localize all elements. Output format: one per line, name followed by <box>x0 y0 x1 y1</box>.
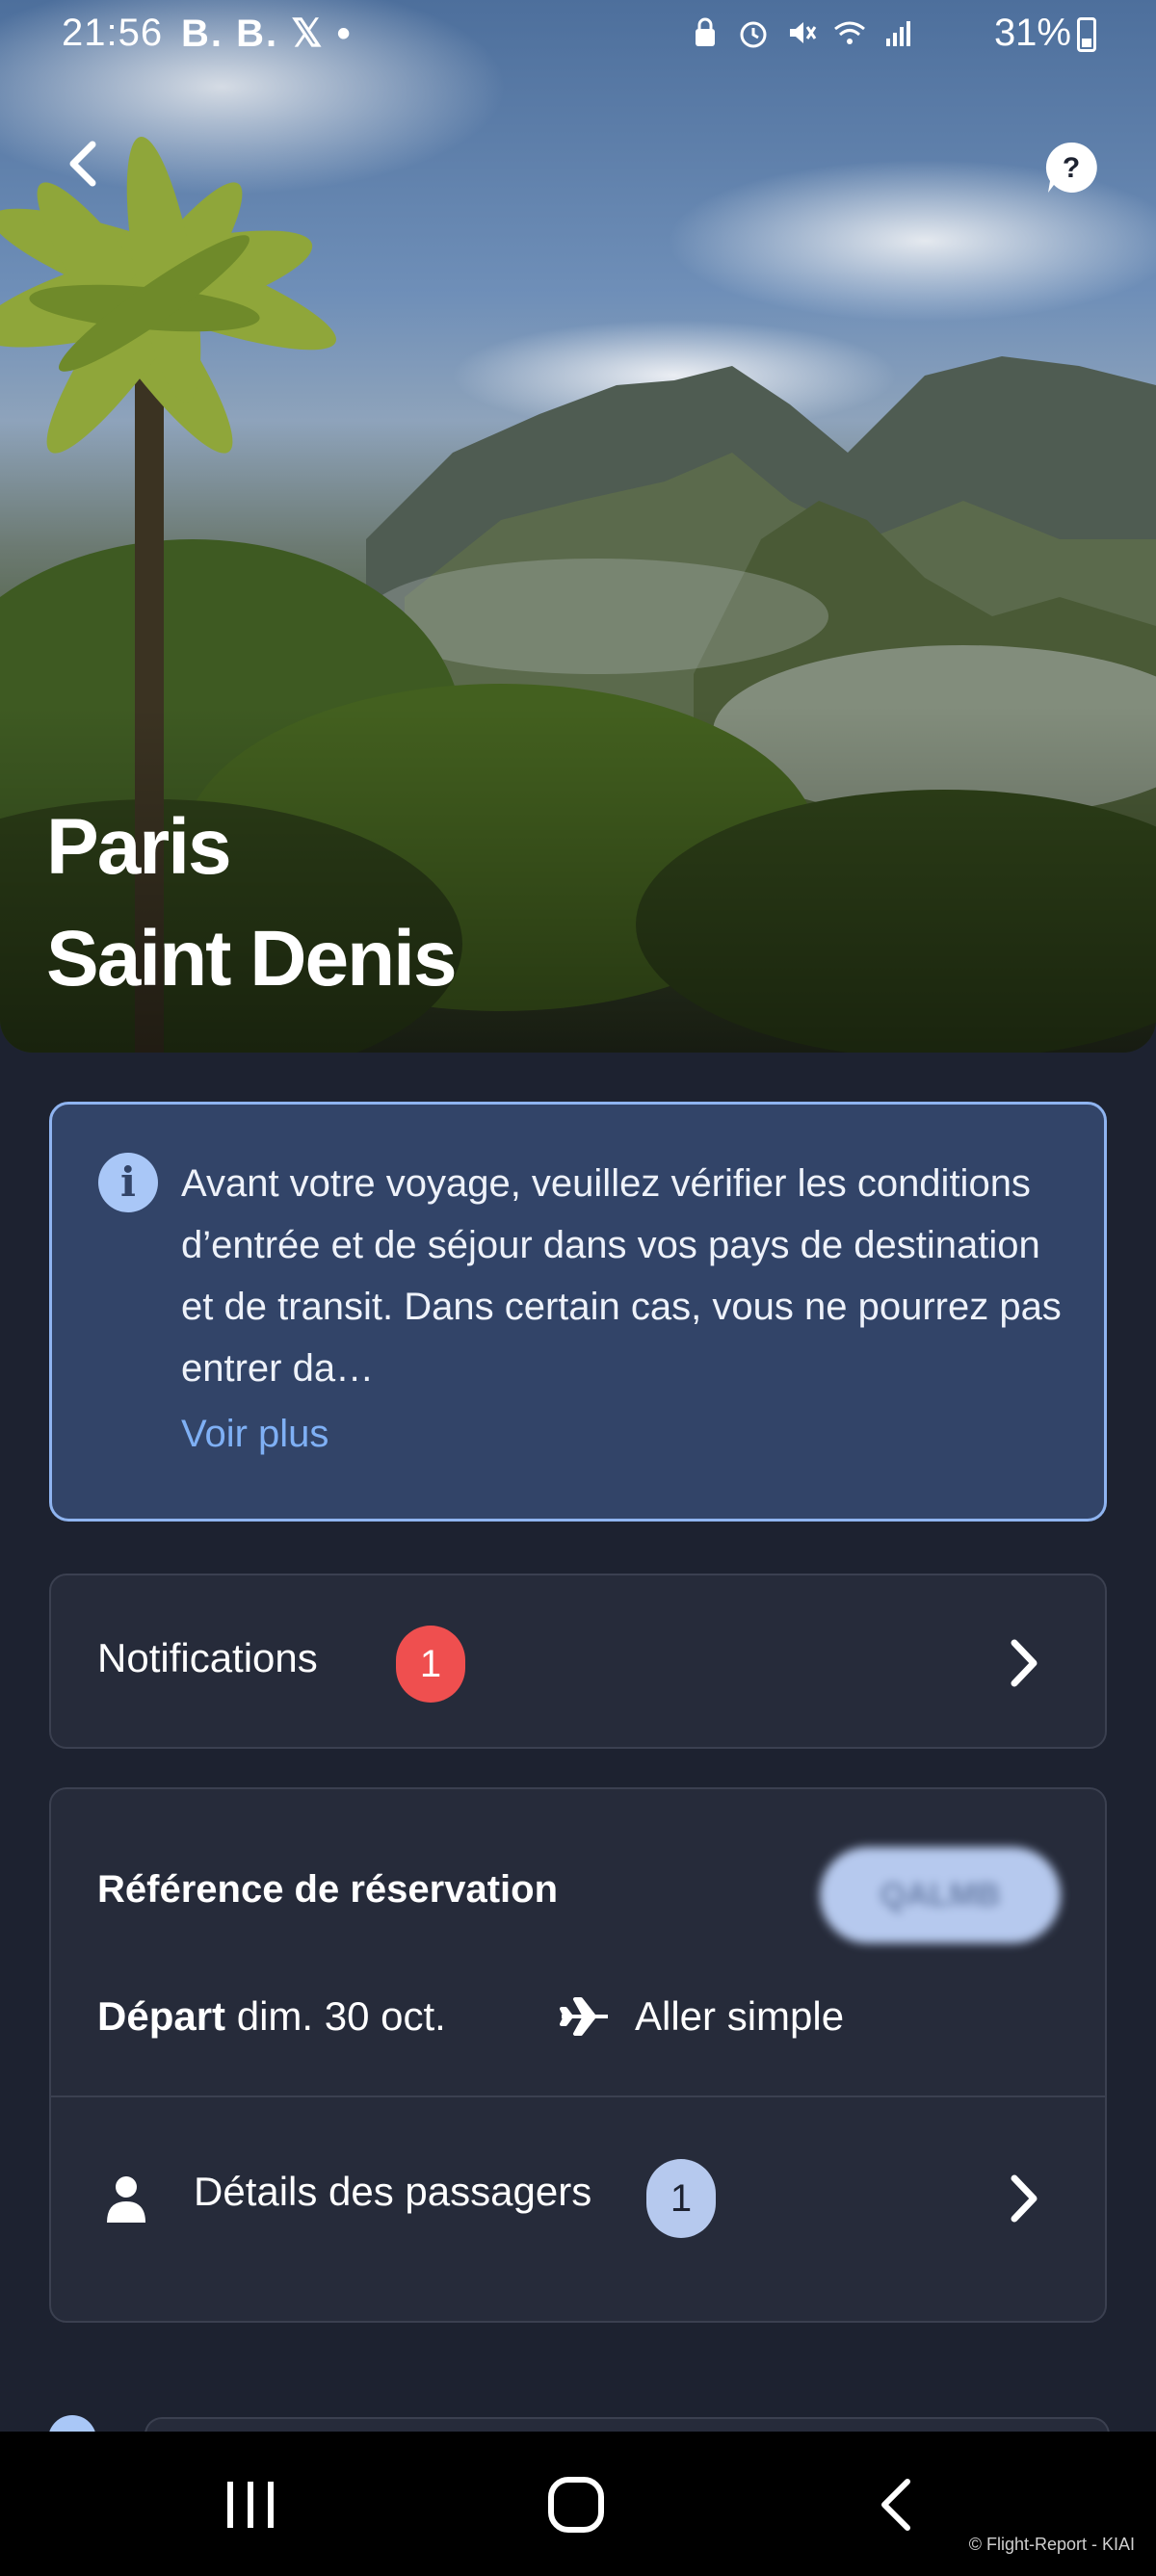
chevron-right-icon[interactable] <box>1005 2173 1043 2225</box>
notifications-count-badge: 1 <box>396 1626 465 1703</box>
notifications-label: Notifications <box>97 1635 318 1680</box>
system-navigation-bar: © Flight-Report - KIAI <box>0 2432 1156 2576</box>
voir-plus-link[interactable]: Voir plus <box>181 1413 328 1456</box>
home-icon[interactable] <box>545 2476 607 2534</box>
booking-card: Référence de réservation QALMB Départ di… <box>49 1787 1107 2323</box>
departure-date: dim. 30 oct. <box>236 1993 446 2039</box>
info-icon: i <box>98 1153 158 1212</box>
route-title: Paris Saint Denis <box>46 792 458 1015</box>
copyright-watermark: © Flight-Report - KIAI <box>968 2535 1135 2554</box>
wifi-icon <box>834 21 865 44</box>
route-origin: Paris <box>46 803 232 891</box>
status-icons <box>688 15 915 50</box>
route-destination: Saint Denis <box>46 915 458 1002</box>
signal-icon <box>886 21 910 46</box>
trip-type-label: Aller simple <box>635 1993 845 2039</box>
status-time: 21:56 <box>62 12 164 54</box>
mute-icon <box>790 22 817 43</box>
lock-icon <box>696 17 715 46</box>
booking-reference-label: Référence de réservation <box>97 1868 559 1911</box>
svg-text:?: ? <box>1063 152 1080 184</box>
trip-type: Aller simple <box>560 1993 844 2040</box>
booking-divider <box>51 2095 1105 2097</box>
status-app-indicators: B. B. 𝕏 • <box>181 13 353 55</box>
travel-info-banner: i Avant votre voyage, veuillez vérifier … <box>49 1102 1107 1522</box>
departure-label: Départ <box>97 1993 226 2039</box>
chevron-right-icon <box>1011 1639 1038 1687</box>
status-battery-text: 31% <box>993 12 1071 54</box>
passenger-details-label[interactable]: Détails des passagers <box>194 2169 591 2215</box>
back-arrow-icon[interactable] <box>56 135 114 193</box>
system-back-icon[interactable] <box>873 2476 919 2534</box>
recent-apps-icon[interactable] <box>220 2476 281 2534</box>
info-banner-text: Avant votre voyage, veuillez vérifier le… <box>181 1162 1062 1390</box>
alarm-icon <box>740 21 767 48</box>
notifications-row[interactable]: Notifications 1 <box>49 1574 1107 1749</box>
booking-reference-value[interactable]: QALMB <box>820 1847 1061 1943</box>
passenger-count-badge: 1 <box>646 2159 716 2238</box>
help-bubble-icon[interactable]: ? <box>1044 141 1098 195</box>
battery-icon <box>1077 17 1096 52</box>
status-bar: 21:56 B. B. 𝕏 • 31% <box>0 0 1156 67</box>
plane-icon <box>560 1997 608 2036</box>
departure-info: Départ dim. 30 oct. <box>97 1993 446 2040</box>
person-icon <box>107 2176 145 2223</box>
